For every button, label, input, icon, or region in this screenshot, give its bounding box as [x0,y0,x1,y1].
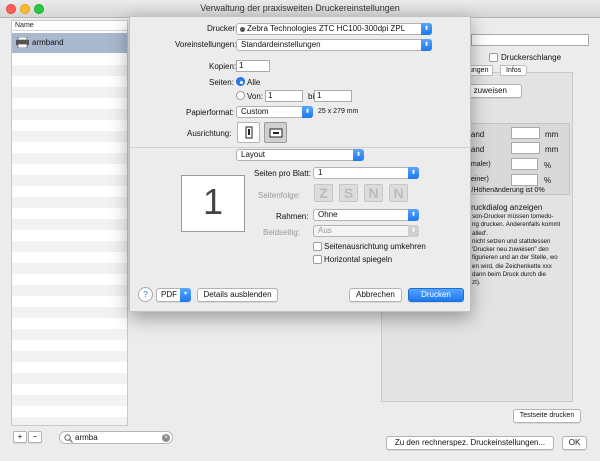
page-order-n-icon[interactable]: N [364,184,383,202]
tab-infos[interactable]: Infos [500,65,528,76]
section-select[interactable]: Layout ⬍ [236,149,364,161]
print-dialog-description: son-Drucker müssen tomedo-ng drucken. An… [472,213,561,287]
page-order-label: Seitenfolge: [258,191,301,200]
flip-horizontal-label: Horizontal spiegeln [324,255,393,264]
page-order-z-icon[interactable]: Z [314,184,333,202]
pages-label: Seiten: [209,78,234,87]
paper-size: 25 x 279 mm [318,108,359,115]
margin-field[interactable] [511,142,540,154]
pages-range-radio[interactable] [236,91,245,100]
search-value: armba [75,433,98,442]
printer-select[interactable]: Zebra Technologies ZTC HC100-300dpi ZPL ⬍ [236,23,432,35]
duplex-select[interactable]: Aus ⬍ [313,225,419,237]
pages-per-sheet-label: Seiten pro Blatt: [254,169,311,178]
scale-field[interactable] [511,174,538,186]
pages-from-field[interactable]: 1 [265,90,303,102]
copies-field[interactable]: 1 [236,60,270,72]
add-button[interactable]: + [13,431,27,443]
chevron-down-icon: ▾ [180,288,191,302]
paper-label: Papierformat: [186,108,235,117]
queue-checkbox-label: Druckerschlange [501,53,562,62]
printer-label: Drucker: [207,24,238,33]
clear-search-icon[interactable]: × [162,434,170,442]
scale-unit: % [544,176,552,185]
landscape-icon [269,127,283,141]
scale-unit: % [544,161,552,170]
margin-unit: mm [545,130,559,139]
flip-horizontal-checkbox[interactable] [313,255,322,264]
printer-status-icon [240,27,245,32]
margin-field[interactable] [511,127,540,139]
cancel-button[interactable]: Abbrechen [349,288,402,302]
copies-label: Kopien: [209,62,237,71]
margin-unit: mm [545,145,559,154]
landscape-button[interactable] [264,122,287,143]
pages-to-field[interactable]: 1 [314,90,352,102]
pages-per-sheet-select[interactable]: 1 ⬍ [313,167,419,179]
queue-checkbox[interactable] [489,53,498,62]
border-select[interactable]: Ohne ⬍ [313,209,419,221]
window-title: Verwaltung der praxisweiten Druckereinst… [200,3,400,13]
reverse-orientation-checkbox[interactable] [313,242,322,251]
name-field[interactable] [471,34,589,46]
presets-select[interactable]: Standardeinstellungen ⬍ [236,39,432,51]
hide-details-button[interactable]: Details ausblenden [197,288,278,302]
print-dialog: Drucker: Zebra Technologies ZTC HC100-30… [129,16,471,312]
page-order-reverse-n-icon[interactable]: N [389,184,408,202]
pages-all-label: Alle [247,78,261,87]
remove-button[interactable]: − [28,431,42,443]
printer-icon [16,36,29,49]
scale-field[interactable] [511,158,538,170]
page-order-s-icon[interactable]: S [339,184,358,202]
pages-all-radio[interactable] [236,77,245,86]
search-input[interactable]: armba × [59,431,173,444]
pages-from-label: Von: [247,92,264,101]
page-preview: 1 [181,175,245,232]
list-item-label: armband [32,38,64,47]
portrait-button[interactable] [237,122,260,143]
pdf-menu-button[interactable]: PDF ▾ [156,288,191,302]
help-icon[interactable]: ? [138,287,153,302]
machine-settings-button[interactable]: Zu den rechnerspez. Druckeinstellungen..… [386,436,554,450]
presets-label: Voreinstellungen: [175,40,237,49]
reverse-orientation-label: Seitenausrichtung umkehren [324,242,426,251]
test-page-button[interactable]: Testseite drucken [513,409,581,423]
border-label: Rahmen: [276,212,309,221]
divider [130,147,470,148]
orientation-label: Ausrichtung: [187,129,232,138]
preview-page-number: 1 [202,181,224,222]
list-header[interactable]: Name [12,21,127,31]
print-button[interactable]: Drucken [408,288,464,302]
ok-button[interactable]: OK [562,436,587,450]
printer-list[interactable]: Name armband [11,20,128,426]
duplex-label: Beidseitig: [263,228,300,237]
list-item[interactable]: armband [12,33,127,53]
search-icon [64,434,73,445]
portrait-icon [243,126,255,141]
paper-select[interactable]: Custom ⬍ [236,106,313,118]
